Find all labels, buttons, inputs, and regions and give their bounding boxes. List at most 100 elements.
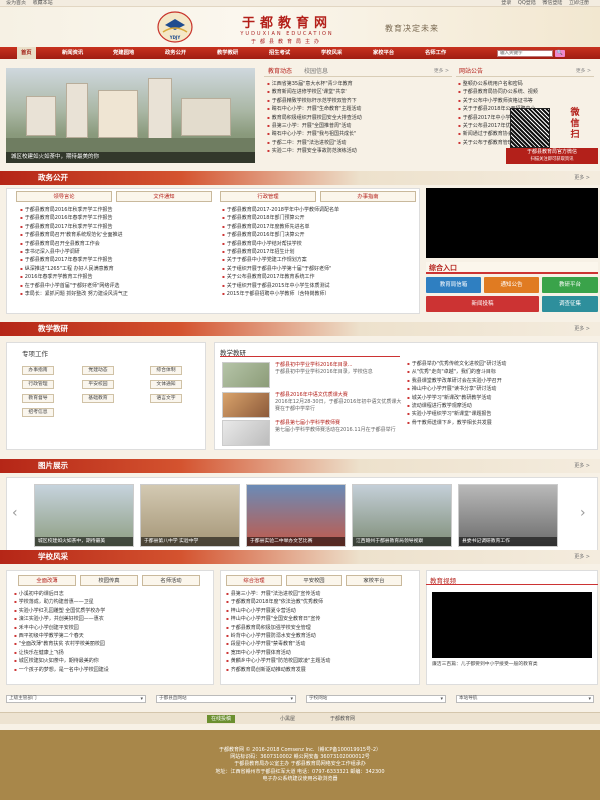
notice-more-link[interactable]: 更多 > xyxy=(576,67,591,77)
list-item[interactable]: 让快乐在健康上飞扬 xyxy=(14,649,210,657)
research-featured-title-2[interactable]: 于都县2016年中语文优质课大赛 xyxy=(275,392,403,399)
nav-item-teacher[interactable]: 名师工作 xyxy=(425,47,446,59)
list-item[interactable]: 于都县教育局2017年招生计划 xyxy=(222,248,417,256)
list-item[interactable]: 学校落成，助力构建普惠——卫星 xyxy=(14,598,210,606)
research-thumb-1[interactable] xyxy=(222,362,270,388)
work-item-8[interactable]: 基础教育 xyxy=(82,394,114,403)
list-item[interactable]: 骨干教师送课下乡，教学相长共发展 xyxy=(407,419,595,427)
nav-item-exam[interactable]: 招生考试 xyxy=(269,47,290,59)
search-input[interactable]: 输入关键字 xyxy=(497,50,553,57)
list-item[interactable]: 于都二中：开展"法治进校园"活动 xyxy=(267,139,451,147)
list-item[interactable]: 梓山中心小学开展夏令营活动 xyxy=(226,607,418,615)
list-item[interactable]: 于都县教育局中小学结对帮扶学校 xyxy=(222,240,417,248)
online-submit-link[interactable]: 在线投稿 xyxy=(207,715,236,723)
site-name-link[interactable]: 于都教育网 xyxy=(330,713,355,725)
bookmark-link[interactable]: 收藏本站 xyxy=(33,0,53,6)
banner-slideshow[interactable]: 城区校建如火如荼中，期待最美的你 xyxy=(6,68,255,163)
work-item-3[interactable]: 综合体制 xyxy=(150,366,182,375)
tab-edu-news[interactable]: 教育动态 xyxy=(268,67,292,77)
list-item[interactable]: 于都县教育局2017年秋季开学工作报告 xyxy=(20,223,215,231)
wechat-login-link[interactable]: 微信登陆 xyxy=(542,0,562,6)
select-superior[interactable]: 上级主管部门 xyxy=(6,695,146,703)
photo-3[interactable]: 于都县实验二中举办文艺比赛 xyxy=(246,484,346,547)
list-item[interactable]: 关于组织开展于都县中小学第十届"于都好老师" xyxy=(222,265,417,273)
list-item[interactable]: 于都县举办"优秀传统文化进校园"研讨活动 xyxy=(407,360,595,368)
list-item[interactable]: 县第三小学：开展"法治进校园"宣传活动 xyxy=(226,590,418,598)
list-item[interactable]: 李书记深入县中小学调研 xyxy=(20,248,215,256)
list-item[interactable]: 教育局积极组织开展校园安全大排查活动 xyxy=(267,114,451,122)
list-item[interactable]: 整顿办公系统用户名和密码 xyxy=(458,80,538,88)
list-item[interactable]: "全面改薄"教育扶贫 农村学校美丽校园 xyxy=(14,640,210,648)
list-item[interactable]: 黄麟乡中心小学开展"防范校园欺凌"主题活动 xyxy=(226,657,418,665)
tab-home-school[interactable]: 家校平台 xyxy=(346,575,402,586)
nav-item-school[interactable]: 学校风采 xyxy=(321,47,342,59)
list-item[interactable]: 禾丰中心小学创建平安校园 xyxy=(14,624,210,632)
tab-teacher-activity[interactable]: 名师活动 xyxy=(142,575,200,586)
list-item[interactable]: 李局长：紧抓问题 抓好整改 努力建设风清气正 xyxy=(20,290,215,298)
photo-4[interactable]: 江西赣州于都县教育局领导视察 xyxy=(352,484,452,547)
photo-2[interactable]: 于都县第八中学 实验中学 xyxy=(140,484,240,547)
list-item[interactable]: 于都县精致学校标杆示范学校双管齐下 xyxy=(267,97,451,105)
list-item[interactable]: 西平初级中学教学第二个春天 xyxy=(14,632,210,640)
list-item[interactable]: 一个孩子的梦想，是一名中小学校园建设 xyxy=(14,666,210,674)
select-county-sites[interactable]: 于都县直网站 xyxy=(156,695,296,703)
qq-login-link[interactable]: QQ登陆 xyxy=(518,0,536,6)
photo-1[interactable]: 城区校建如火如荼中，期待最美 xyxy=(34,484,134,547)
select-site-nav[interactable]: 本站导航 xyxy=(456,695,594,703)
tab-guide[interactable]: 办事指南 xyxy=(320,191,416,202)
edu-video-player[interactable] xyxy=(432,592,592,658)
work-item-10[interactable]: 招考信息 xyxy=(22,408,54,417)
list-item[interactable]: 实验二中：开展安全事故防范演练活动 xyxy=(267,147,451,155)
list-item[interactable]: 段屋中心小学开展"禁毒教育"活动 xyxy=(226,640,418,648)
research-platform-button[interactable]: 教研平台 xyxy=(542,277,598,293)
mailbox-button[interactable]: 教育局信箱 xyxy=(426,277,481,293)
photos-more-link[interactable]: 更多 > xyxy=(574,459,590,473)
list-item[interactable]: 教育新闻在进修学校区'课堂"共享' xyxy=(267,88,451,96)
select-school-sites[interactable]: 学校网站 xyxy=(306,695,446,703)
list-item[interactable]: 城关小学学习"新课改"教研教学活动 xyxy=(407,394,595,402)
search-button[interactable]: 🔍 xyxy=(555,50,565,57)
nav-item-gov[interactable]: 政务公开 xyxy=(165,47,186,59)
survey-button[interactable]: 调查征集 xyxy=(542,296,598,312)
nav-item-news[interactable]: 新闻资讯 xyxy=(62,47,83,59)
site-logo[interactable]: YDJY xyxy=(155,10,195,44)
tab-campus-fax[interactable]: 校园传真 xyxy=(80,575,138,586)
work-item-5[interactable]: 平安校园 xyxy=(82,380,114,389)
photos-prev-icon[interactable]: ‹ xyxy=(12,505,18,521)
list-item[interactable]: 于都教育局2018年度"依法治教"优秀教师 xyxy=(226,598,418,606)
research-featured-title-3[interactable]: 于都县第七届小学科学教师赛 xyxy=(275,420,403,427)
list-item[interactable]: 关于公布中小学教师资格证书等 xyxy=(458,97,538,105)
gov-more-link[interactable]: 更多 > xyxy=(574,171,590,185)
notice-button[interactable]: 通知公告 xyxy=(484,277,539,293)
list-item[interactable]: 于都县教育局2016年春季开学工作报告 xyxy=(20,214,215,222)
nav-item-party[interactable]: 党建园地 xyxy=(113,47,134,59)
tab-safe-campus[interactable]: 平安校园 xyxy=(286,575,342,586)
list-item[interactable]: 睛石中心小学：开展"生命教育"主题活动 xyxy=(267,105,451,113)
tab-renovation[interactable]: 全面改薄 xyxy=(18,575,76,586)
list-item[interactable]: 宽田中心小学开展体育活动 xyxy=(226,649,418,657)
list-item[interactable]: 于都县教育局2016年秋季开学工作报告 xyxy=(20,206,215,214)
list-item[interactable]: 小溪初中的课后日志 xyxy=(14,590,210,598)
list-item[interactable]: 城区校建如火如荼中，期待最美的你 xyxy=(14,657,210,665)
nav-item-research[interactable]: 教学教研 xyxy=(217,47,238,59)
list-item[interactable]: 流动课程进行教学观摩活动 xyxy=(407,402,595,410)
list-item[interactable]: 实验小学红孔园雕塑 全国优质学校办学 xyxy=(14,607,210,615)
list-item[interactable]: 2016年春季开学教育工作报告 xyxy=(20,273,215,281)
tab-admin[interactable]: 行政管理 xyxy=(220,191,316,202)
list-item[interactable]: 岭背中心小学开展防溺水安全教育活动 xyxy=(226,632,418,640)
list-item[interactable]: 梓山中心小学开展"全国安全教育日"宣传 xyxy=(226,615,418,623)
list-item[interactable]: 2015年于都县招聘中小学教师（含特岗教师） xyxy=(222,290,417,298)
list-item[interactable]: 于都县教育局协同办公系统、视频 xyxy=(458,88,538,96)
photos-next-icon[interactable]: › xyxy=(580,505,586,521)
work-item-6[interactable]: 文体通知 xyxy=(150,380,182,389)
work-item-4[interactable]: 行政管理 xyxy=(22,380,54,389)
work-item-1[interactable]: 办事指南 xyxy=(22,366,54,375)
tab-campus-info[interactable]: 校园信息 xyxy=(304,67,328,77)
list-item[interactable]: 于都县教育局2016年部门决算公开 xyxy=(222,231,417,239)
list-item[interactable]: 江西省第35届"意大水杯"青少年教育 xyxy=(267,80,451,88)
news-submit-button[interactable]: 新闻投稿 xyxy=(426,296,539,312)
list-item[interactable]: 禅山中心小学开展"读书分享"研讨活动 xyxy=(407,385,595,393)
set-homepage-link[interactable]: 设为首页 xyxy=(6,0,26,6)
work-item-9[interactable]: 语言文字 xyxy=(150,394,182,403)
research-thumb-2[interactable] xyxy=(222,392,270,418)
